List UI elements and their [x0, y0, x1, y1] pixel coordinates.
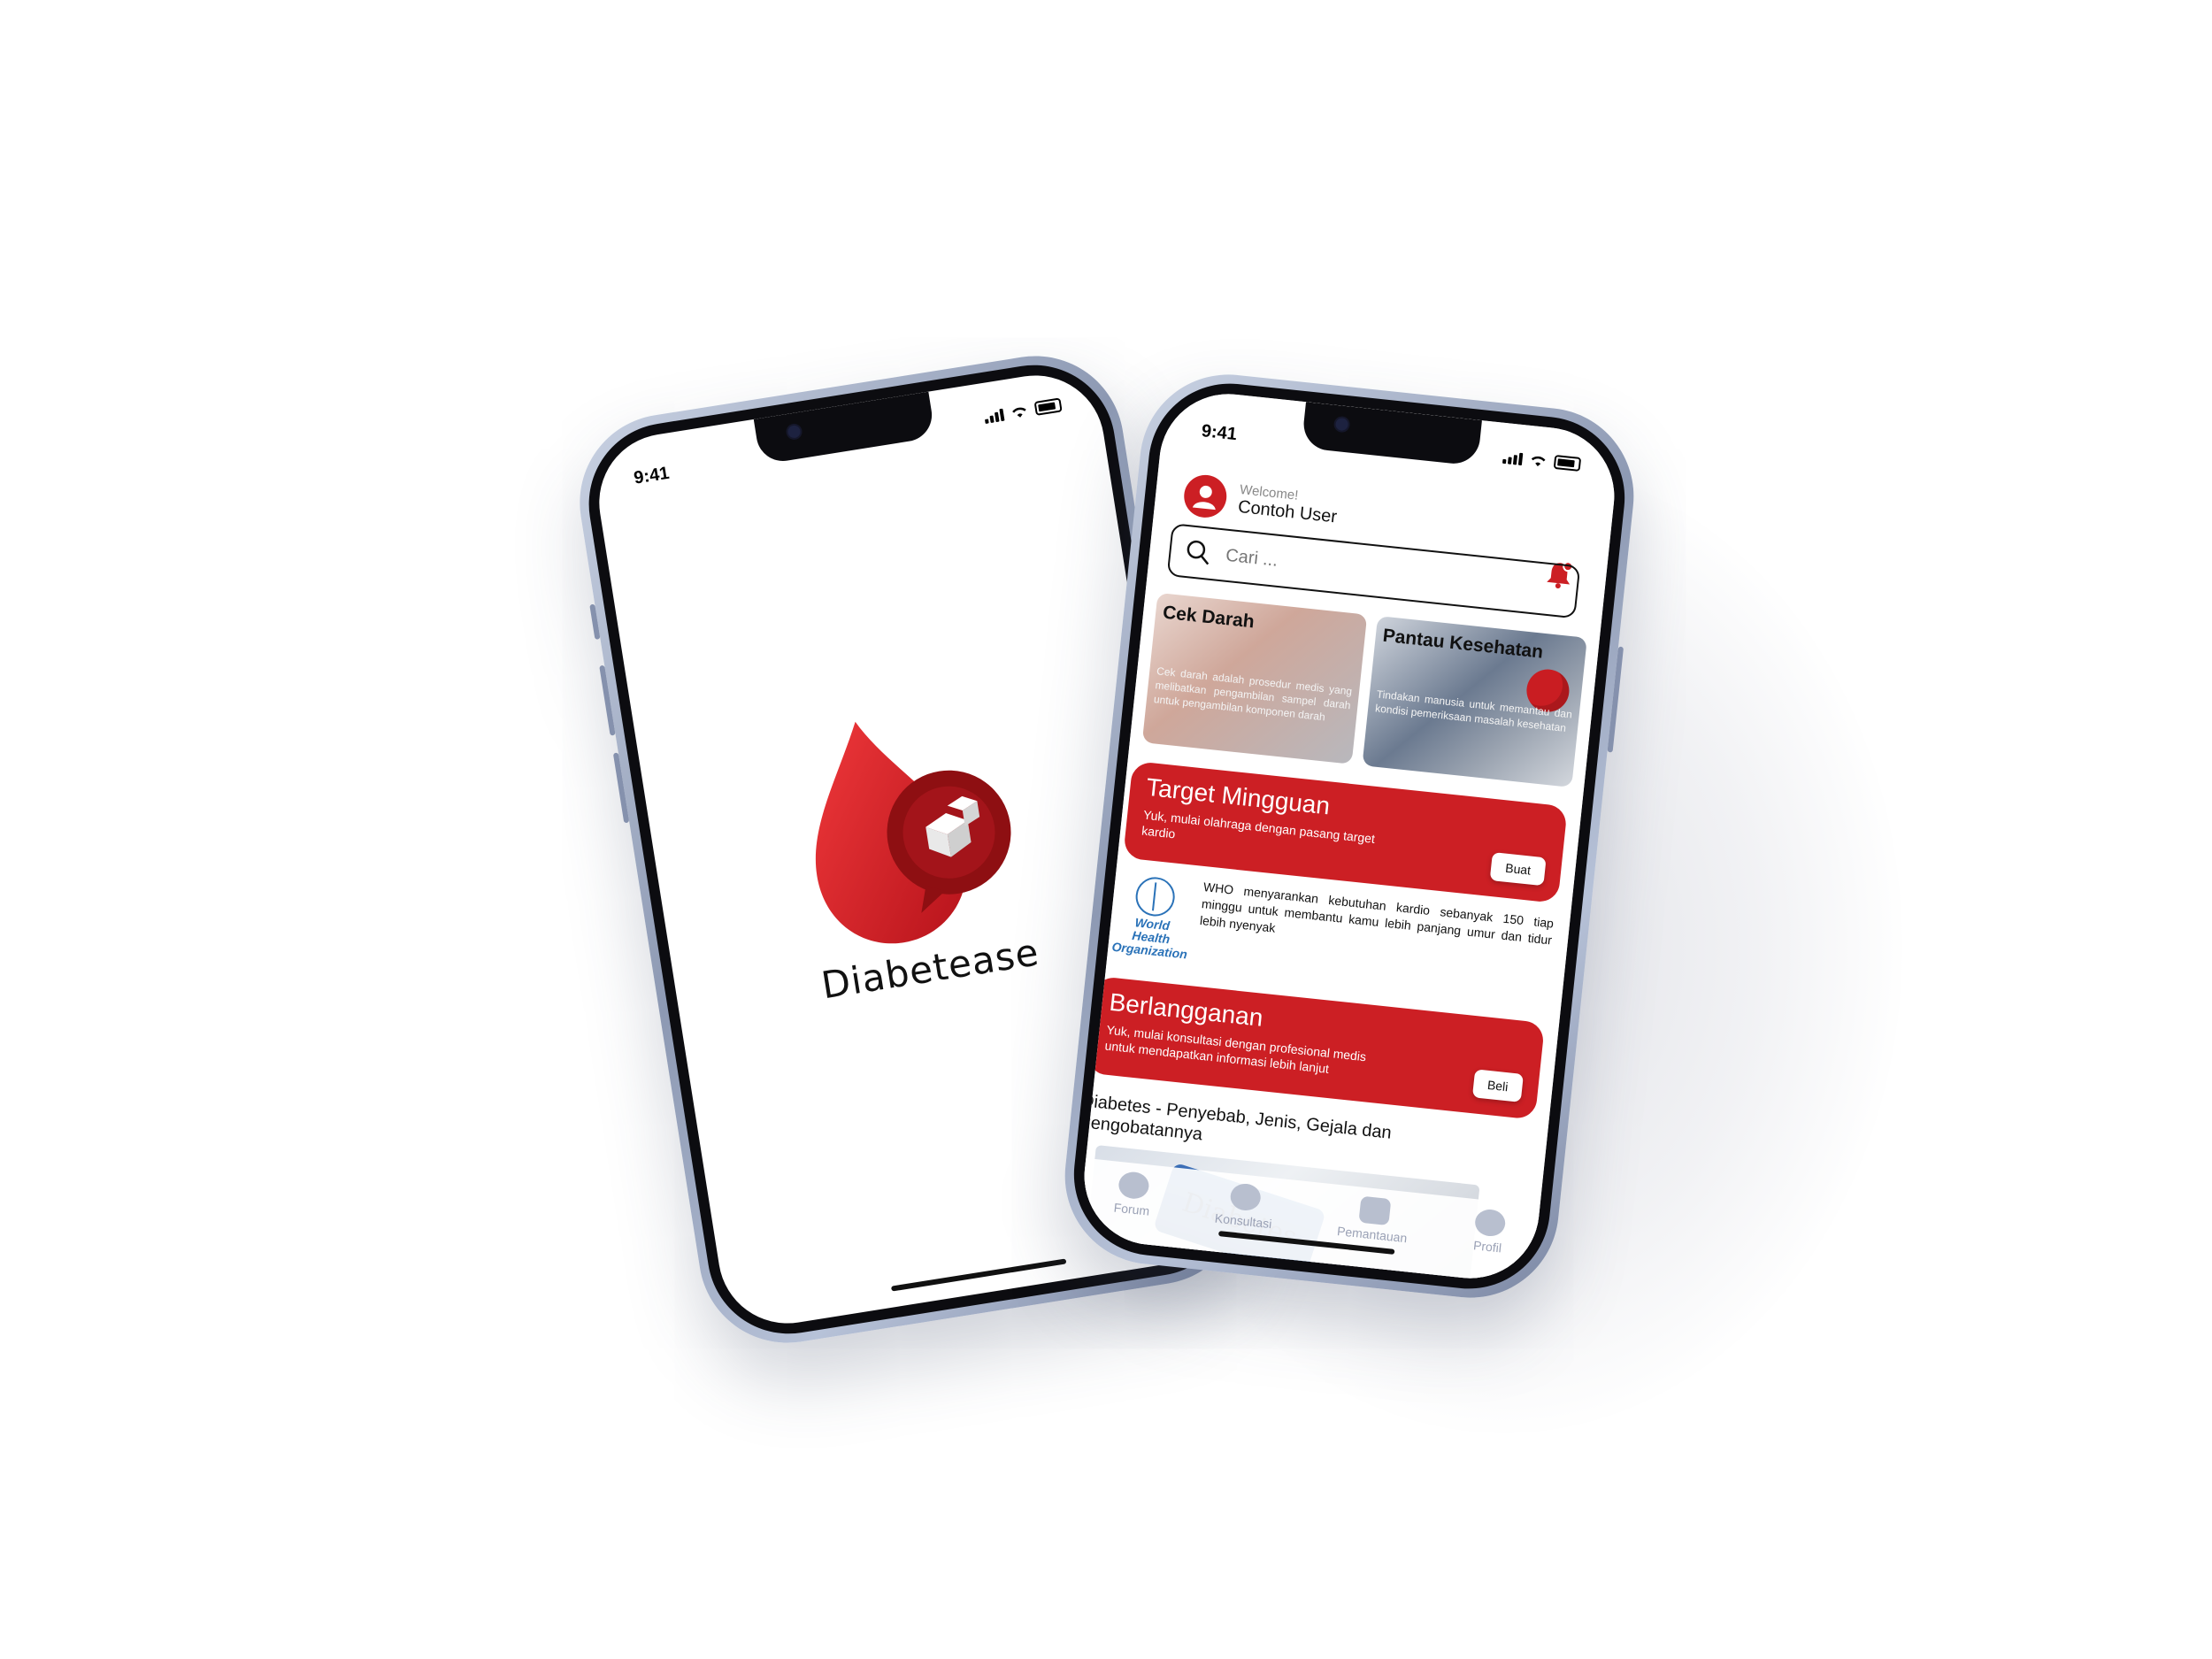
- search-icon: [1187, 540, 1210, 565]
- card-desc: Cek darah adalah prosedur medis yang mel…: [1153, 664, 1353, 724]
- battery-icon: [1553, 454, 1582, 472]
- wifi-icon: [1012, 407, 1026, 418]
- signal-icon: [1502, 451, 1524, 466]
- battery-icon: [1033, 397, 1063, 416]
- tab-label: Forum: [1113, 1200, 1150, 1218]
- tab-label: Konsultasi: [1214, 1210, 1273, 1232]
- volume-up-button: [599, 664, 616, 736]
- home-content: Welcome! Contoh User Cek Darah Cek darah…: [1077, 387, 1622, 1286]
- diabetease-logo: [815, 721, 1011, 944]
- welcome-header: Welcome! Contoh User: [1181, 472, 1340, 532]
- avatar[interactable]: [1181, 472, 1229, 520]
- signal-icon: [984, 408, 1005, 424]
- status-icons: [1502, 449, 1582, 472]
- chat-icon: [1229, 1182, 1263, 1212]
- volume-down-button: [612, 752, 630, 824]
- tab-label: Pemantauan: [1336, 1224, 1409, 1246]
- card-title: Pantau Kesehatan: [1381, 625, 1545, 663]
- tab-forum[interactable]: Forum: [1110, 1162, 1155, 1245]
- heart-monitor-icon: [1358, 1195, 1392, 1226]
- who-globe-icon: [1133, 875, 1177, 918]
- banner-desc: Yuk, mulai olahraga dengan pasang target…: [1141, 807, 1376, 846]
- home-screen: 9:41 Welcome! Contoh User Cari ... Cek D…: [1077, 387, 1622, 1286]
- banner-desc: Yuk, mulai konsultasi dengan profesional…: [1103, 1022, 1367, 1076]
- profile-icon: [1473, 1208, 1507, 1238]
- who-logo: World Health Organization: [1110, 870, 1195, 974]
- card-title: Cek Darah: [1162, 602, 1256, 633]
- mute-switch: [589, 603, 601, 641]
- feature-cards: Cek Darah Cek darah adalah prosedur medi…: [1141, 592, 1587, 787]
- tab-label: Profil: [1472, 1238, 1502, 1256]
- beli-button[interactable]: Beli: [1471, 1069, 1524, 1102]
- search-input[interactable]: [1223, 544, 1494, 595]
- card-cek-darah[interactable]: Cek Darah Cek darah adalah prosedur medi…: [1141, 592, 1368, 764]
- card-pantau-kesehatan[interactable]: Pantau Kesehatan Tindakan manusia untuk …: [1362, 616, 1587, 787]
- status-time: 9:41: [1200, 421, 1238, 445]
- who-logo-text: World Health Organization: [1110, 915, 1188, 962]
- status-icons: [983, 397, 1063, 424]
- tab-profil[interactable]: Profil: [1469, 1199, 1507, 1281]
- forum-icon: [1118, 1171, 1151, 1201]
- tab-pemantauan[interactable]: Pemantauan: [1333, 1185, 1411, 1271]
- status-time: 9:41: [632, 463, 671, 488]
- user-icon: [1192, 485, 1216, 511]
- wifi-icon: [1531, 456, 1546, 466]
- phone-home: 9:41 Welcome! Contoh User Cari ... Cek D…: [1056, 365, 1643, 1307]
- buat-button[interactable]: Buat: [1489, 852, 1547, 887]
- tab-konsultasi[interactable]: Konsultasi: [1211, 1172, 1277, 1257]
